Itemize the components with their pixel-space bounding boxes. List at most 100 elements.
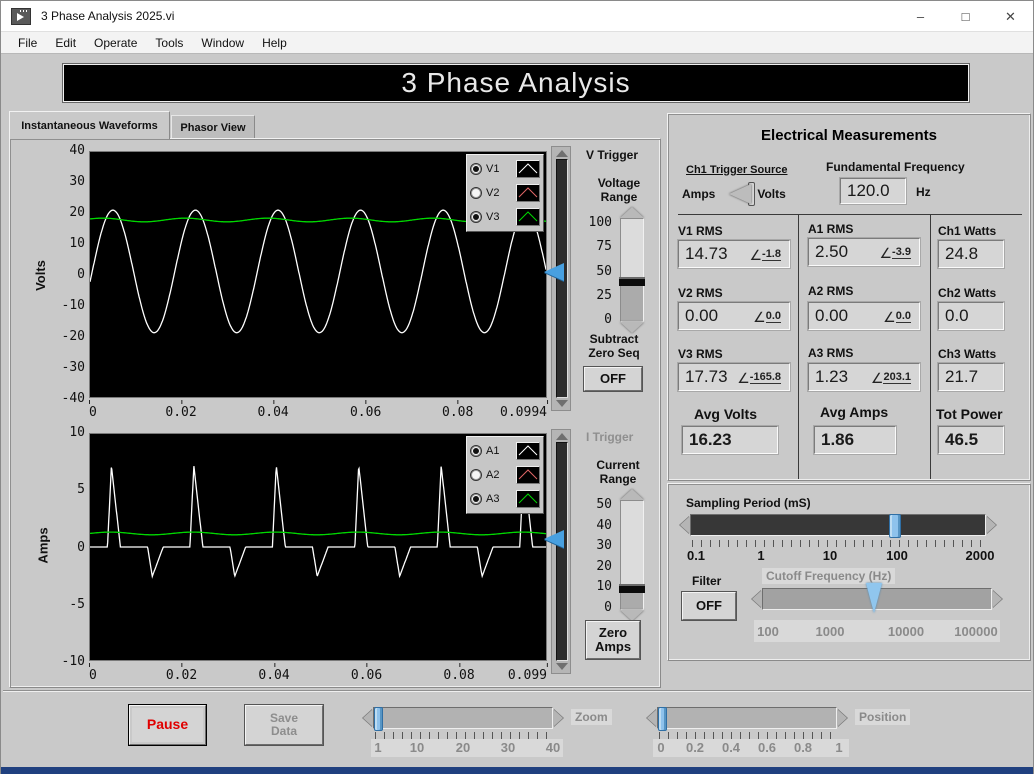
menu-tools[interactable]: Tools (146, 34, 192, 52)
filter-off-button[interactable]: OFF (681, 591, 737, 621)
menu-edit[interactable]: Edit (46, 34, 85, 52)
legend-item-a2[interactable]: A2 (470, 463, 540, 487)
voltage-range-handle[interactable] (619, 277, 645, 286)
voltage-range-label: Voltage Range (597, 176, 641, 204)
i-trigger-handle[interactable] (544, 530, 564, 548)
minimize-button[interactable]: – (898, 1, 943, 32)
tot-power-display: 46.5 (937, 425, 1005, 455)
i-trigger-down-arrow-icon[interactable] (556, 663, 568, 670)
current-range-up-cap[interactable] (620, 489, 644, 500)
fundamental-frequency-unit: Hz (916, 185, 931, 199)
cutoff-frequency-slider[interactable] (752, 583, 1002, 613)
menu-operate[interactable]: Operate (85, 34, 146, 52)
zoom-track[interactable] (373, 707, 553, 731)
current-range-slider[interactable]: 50 40 30 20 10 0 (584, 489, 645, 621)
voltage-range-scale: 100 75 50 25 0 (588, 215, 612, 327)
page-title: 3 Phase Analysis (401, 67, 631, 98)
switch-triangle-icon (729, 184, 752, 204)
title-bar: 3 Phase Analysis 2025.vi – □ ✕ (1, 1, 1033, 32)
position-handle[interactable] (658, 707, 667, 731)
tab-phasor-view[interactable]: Phasor View (171, 115, 255, 139)
filter-label: Filter (692, 574, 722, 588)
a1-line-sample (516, 442, 540, 460)
i-trigger-up-arrow-icon[interactable] (556, 433, 568, 440)
legend-item-v1[interactable]: V1 (470, 157, 540, 181)
sampling-period-slider[interactable] (680, 514, 996, 538)
amps-chart: 10 5 0 -5 -10 Amps A1 A2 A3 0 0.02 0.04 … (15, 426, 573, 684)
trigger-source-amps-label: Amps (682, 187, 716, 201)
trigger-source-volts-label: Volts (757, 187, 786, 201)
legend-item-v2[interactable]: V2 (470, 181, 540, 205)
cutoff-left-arrow-icon[interactable] (752, 590, 762, 608)
position-track[interactable] (657, 707, 837, 731)
voltage-range-slider[interactable]: 100 75 50 25 0 (584, 207, 645, 333)
cutoff-right-arrow-icon[interactable] (992, 590, 1002, 608)
i-trigger-slider[interactable] (544, 429, 571, 674)
amps-legend: A1 A2 A3 (466, 436, 544, 514)
legend-item-a3[interactable]: A3 (470, 487, 540, 511)
fundamental-frequency-label: Fundamental Frequency (826, 160, 965, 174)
current-range-track[interactable] (619, 500, 645, 610)
v2-radio[interactable] (470, 187, 482, 199)
volts-legend: V1 V2 V3 (466, 154, 544, 232)
cutoff-track[interactable] (762, 583, 992, 613)
v-trigger-up-arrow-icon[interactable] (556, 150, 568, 157)
position-slider[interactable] (647, 707, 847, 731)
ch1-watts-label: Ch1 Watts (938, 224, 997, 238)
subtract-zero-seq-button[interactable]: OFF (583, 366, 643, 392)
pause-button[interactable]: Pause (128, 704, 207, 746)
current-range-handle[interactable] (619, 584, 645, 593)
i-trigger-track[interactable] (556, 442, 568, 661)
position-right-arrow-icon[interactable] (837, 709, 847, 727)
ch2-watts-display: 0.0 (937, 301, 1005, 331)
a3-radio[interactable] (470, 493, 482, 505)
zero-amps-button[interactable]: Zero Amps (585, 620, 641, 660)
sampling-left-arrow-icon[interactable] (680, 516, 690, 534)
v3-radio[interactable] (470, 211, 482, 223)
v2-line-sample (516, 184, 540, 202)
a3-rms-display: 1.23 ∠ 203.1 (807, 362, 921, 392)
volts-y-axis: 40 30 20 10 0 -10 -20 -30 -40 (61, 143, 85, 406)
voltage-range-up-cap[interactable] (620, 207, 644, 218)
maximize-button[interactable]: □ (943, 1, 988, 32)
sampling-right-arrow-icon[interactable] (986, 516, 996, 534)
save-data-button[interactable]: Save Data (244, 704, 324, 746)
window-title: 3 Phase Analysis 2025.vi (41, 9, 175, 23)
voltage-range-track[interactable] (619, 218, 645, 322)
cutoff-handle[interactable] (866, 583, 882, 613)
sampling-handle[interactable] (889, 514, 901, 538)
subtract-zero-seq-label: Subtract Zero Seq (588, 332, 640, 360)
tab-instantaneous-waveforms[interactable]: Instantaneous Waveforms (9, 111, 170, 139)
legend-item-v3[interactable]: V3 (470, 205, 540, 229)
minimize-icon: – (916, 9, 925, 24)
zoom-left-arrow-icon[interactable] (363, 709, 373, 727)
ch2-watts-label: Ch2 Watts (938, 286, 997, 300)
menu-help[interactable]: Help (253, 34, 296, 52)
close-button[interactable]: ✕ (988, 1, 1033, 32)
v-trigger-down-arrow-icon[interactable] (556, 400, 568, 407)
avg-volts-label: Avg Volts (694, 406, 758, 422)
zoom-right-arrow-icon[interactable] (553, 709, 563, 727)
col-divider-2 (930, 214, 931, 479)
legend-item-a1[interactable]: A1 (470, 439, 540, 463)
position-left-arrow-icon[interactable] (647, 709, 657, 727)
current-range-down-cap[interactable] (620, 610, 644, 621)
v1-radio[interactable] (470, 163, 482, 175)
front-panel: 3 Phase Analysis Instantaneous Waveforms… (1, 54, 1033, 767)
a2-radio[interactable] (470, 469, 482, 481)
zoom-slider[interactable] (363, 707, 563, 731)
volts-chart: 40 30 20 10 0 -10 -20 -30 -40 Volts V1 V… (15, 143, 573, 420)
a1-radio[interactable] (470, 445, 482, 457)
sampling-track[interactable] (690, 514, 986, 538)
v-trigger-slider[interactable] (544, 146, 571, 411)
zoom-ticks (375, 732, 555, 739)
amps-y-axis: 10 5 0 -5 -10 (61, 425, 85, 669)
v-trigger-handle[interactable] (544, 263, 564, 281)
menu-file[interactable]: File (9, 34, 46, 52)
menu-bar: File Edit Operate Tools Window Help (1, 32, 1033, 54)
menu-window[interactable]: Window (192, 34, 253, 52)
ch1-trigger-source-switch[interactable] (729, 182, 756, 206)
volts-plot-area: V1 V2 V3 (89, 151, 547, 398)
position-tick-labels: 0 0.2 0.4 0.6 0.8 1 (653, 739, 849, 757)
zoom-handle[interactable] (374, 707, 383, 731)
